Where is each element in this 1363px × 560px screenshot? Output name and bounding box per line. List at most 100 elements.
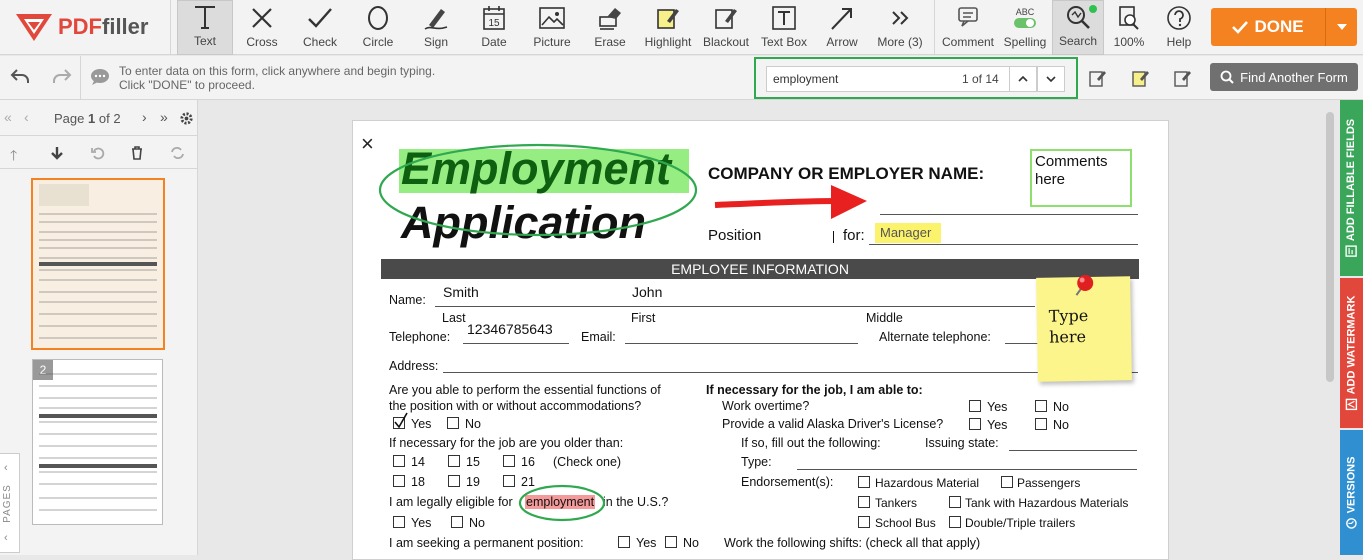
telephone-value[interactable]: 12346785643 bbox=[467, 321, 553, 337]
highlight-fields-button[interactable] bbox=[1129, 66, 1153, 90]
zoom-button[interactable]: 100% bbox=[1104, 0, 1154, 55]
redo-icon[interactable] bbox=[52, 68, 72, 84]
last-page-icon[interactable]: » bbox=[160, 109, 168, 125]
undo-icon[interactable] bbox=[10, 68, 30, 84]
blackout-fields-button[interactable] bbox=[1171, 66, 1195, 90]
trash-icon[interactable] bbox=[130, 146, 144, 160]
license-no-checkbox[interactable] bbox=[1035, 418, 1047, 430]
essential-no-checkbox[interactable] bbox=[447, 417, 459, 429]
next-page-icon[interactable]: › bbox=[142, 109, 147, 125]
permanent-no-checkbox[interactable] bbox=[665, 536, 677, 548]
page-thumbnail-2[interactable]: 2 bbox=[32, 359, 163, 525]
overtime-yes-checkbox[interactable] bbox=[969, 400, 981, 412]
tankers-checkbox[interactable] bbox=[858, 496, 870, 508]
sticky-note[interactable]: Type here bbox=[1036, 274, 1132, 382]
close-icon[interactable]: × bbox=[361, 131, 374, 157]
search-button[interactable]: Search bbox=[1052, 0, 1104, 55]
watermark-icon bbox=[1345, 398, 1358, 411]
spelling-toggle[interactable]: ABC Spelling bbox=[998, 0, 1052, 55]
license-yes-checkbox[interactable] bbox=[969, 418, 981, 430]
green-circle-annotation[interactable] bbox=[517, 483, 607, 523]
add-watermark-tab[interactable]: ADD WATERMARK bbox=[1340, 278, 1363, 428]
age-15-checkbox[interactable] bbox=[448, 455, 460, 467]
passengers-checkbox[interactable] bbox=[1001, 476, 1013, 488]
tool-text-button[interactable]: Text bbox=[177, 0, 233, 55]
prev-page-icon[interactable]: ‹ bbox=[24, 109, 29, 125]
hazardous-label: Hazardous Material bbox=[875, 476, 980, 490]
search-next-button[interactable] bbox=[1037, 66, 1065, 92]
tool-label: Cross bbox=[246, 35, 278, 49]
page-navigator: « ‹ Page 1 of 2 › » bbox=[0, 100, 198, 136]
email-line[interactable] bbox=[625, 343, 858, 344]
tool-date-button[interactable]: 15 Date bbox=[465, 0, 523, 55]
issuing-state-line[interactable] bbox=[1009, 450, 1137, 451]
age-21-checkbox[interactable] bbox=[503, 475, 515, 487]
vertical-scrollbar[interactable] bbox=[1326, 112, 1334, 382]
help-button[interactable]: Help bbox=[1154, 0, 1204, 55]
type-line[interactable] bbox=[797, 469, 1137, 470]
telephone-line[interactable] bbox=[463, 343, 569, 344]
caret-down-icon bbox=[1336, 24, 1347, 30]
first-page-icon[interactable]: « bbox=[4, 109, 12, 125]
gear-icon[interactable] bbox=[179, 111, 194, 126]
search-prev-button[interactable] bbox=[1009, 66, 1037, 92]
refresh-icon[interactable] bbox=[170, 146, 185, 160]
done-menu-toggle[interactable] bbox=[1325, 8, 1357, 46]
pages-tab[interactable]: ‹ PAGES ‹ bbox=[0, 453, 20, 553]
permanent-yes-checkbox[interactable] bbox=[618, 536, 630, 548]
tool-arrow-button[interactable]: Arrow bbox=[813, 0, 871, 55]
comment-button[interactable]: Comment bbox=[938, 0, 998, 55]
tool-blackout-button[interactable]: Blackout bbox=[697, 0, 755, 55]
tool-picture-button[interactable]: Picture bbox=[523, 0, 581, 55]
red-arrow-annotation[interactable] bbox=[711, 181, 871, 221]
tool-textbox-button[interactable]: Text Box bbox=[755, 0, 813, 55]
double-triple-checkbox[interactable] bbox=[949, 516, 961, 528]
chevron-down-icon bbox=[1046, 76, 1056, 82]
shifts-label: Work the following shifts: (check all th… bbox=[724, 536, 981, 550]
name-line[interactable] bbox=[435, 306, 1035, 307]
move-page-down-icon[interactable] bbox=[50, 146, 64, 160]
position-value[interactable]: Manager bbox=[880, 225, 931, 240]
pdffiller-logo[interactable]: PDFfiller bbox=[14, 10, 164, 44]
comments-textbox[interactable]: Comments here bbox=[1030, 149, 1132, 207]
done-button[interactable]: DONE bbox=[1211, 8, 1357, 46]
address-line[interactable] bbox=[443, 372, 1138, 373]
hazardous-checkbox[interactable] bbox=[858, 476, 870, 488]
eligible-no-checkbox[interactable] bbox=[451, 516, 463, 528]
position-line[interactable] bbox=[869, 244, 1138, 245]
versions-tab[interactable]: VERSIONS bbox=[1340, 430, 1363, 555]
page-thumbnail-1[interactable]: 1 bbox=[31, 178, 165, 350]
tool-erase-button[interactable]: Erase bbox=[581, 0, 639, 55]
tankers-label: Tankers bbox=[875, 496, 918, 510]
eligible-yes-checkbox[interactable] bbox=[393, 516, 405, 528]
tool-sign-button[interactable]: Sign bbox=[407, 0, 465, 55]
first-label: First bbox=[631, 311, 656, 325]
move-page-up-icon[interactable]: 🡑 bbox=[10, 145, 17, 169]
tank-hazardous-checkbox[interactable] bbox=[949, 496, 961, 508]
tool-label: Search bbox=[1058, 34, 1098, 48]
tool-check-button[interactable]: Check bbox=[291, 0, 349, 55]
school-bus-checkbox[interactable] bbox=[858, 516, 870, 528]
tool-circle-button[interactable]: Circle bbox=[349, 0, 407, 55]
school-bus-label: School Bus bbox=[875, 516, 936, 530]
age-16-checkbox[interactable] bbox=[503, 455, 515, 467]
add-fillable-fields-tab[interactable]: ADD FILLABLE FIELDS bbox=[1340, 100, 1363, 276]
tool-more-button[interactable]: More (3) bbox=[871, 0, 929, 55]
rotate-page-icon[interactable] bbox=[91, 146, 105, 160]
find-another-form-button[interactable]: Find Another Form bbox=[1210, 63, 1358, 91]
overtime-no-checkbox[interactable] bbox=[1035, 400, 1047, 412]
spelling-caption: ABC bbox=[1015, 7, 1035, 17]
logo-mark-icon bbox=[16, 14, 52, 41]
tool-highlight-button[interactable]: Highlight bbox=[639, 0, 697, 55]
tool-cross-button[interactable]: Cross bbox=[233, 0, 291, 55]
search-panel: 1 of 14 bbox=[754, 57, 1078, 99]
age-19-checkbox[interactable] bbox=[448, 475, 460, 487]
green-circle-annotation[interactable] bbox=[377, 143, 699, 243]
edit-fields-button[interactable] bbox=[1086, 66, 1110, 90]
age-18-checkbox[interactable] bbox=[393, 475, 405, 487]
company-name-line[interactable] bbox=[880, 214, 1138, 215]
document-page[interactable]: × Employment Application COMPANY OR EMPL… bbox=[352, 120, 1169, 560]
first-name-value[interactable]: John bbox=[632, 284, 662, 300]
age-14-checkbox[interactable] bbox=[393, 455, 405, 467]
last-name-value[interactable]: Smith bbox=[443, 284, 479, 300]
